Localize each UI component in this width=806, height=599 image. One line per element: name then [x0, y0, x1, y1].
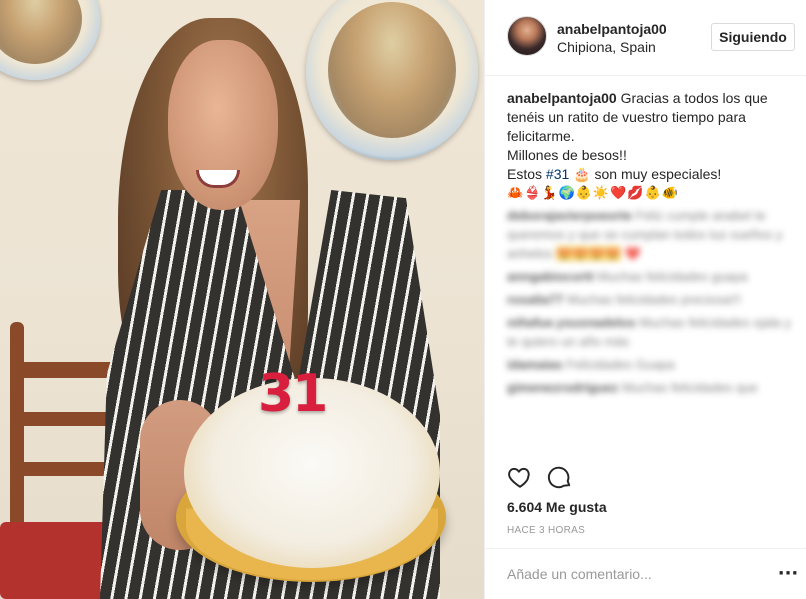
caption-emojis: 🦀👙💃🌍👶☀️❤️💋👶🐠	[507, 186, 679, 201]
following-button[interactable]: Siguiendo	[711, 23, 795, 51]
post-photo[interactable]: 31	[0, 0, 484, 599]
comment-item: deborajavierpoeorte Feliz cumple anabel …	[507, 208, 783, 261]
caption-text-line5-suffix: 🎂 son muy especiales!	[569, 166, 722, 182]
post-caption: anabelpantoja00 Gracias a todos los que …	[507, 89, 777, 203]
speech-bubble-icon[interactable]	[547, 464, 573, 490]
decorative-plate-right	[306, 0, 478, 160]
comment-item: anngabiocortt Muchas felicidades guapa	[507, 269, 748, 284]
post-location[interactable]: Chipiona, Spain	[557, 39, 656, 55]
comment-input[interactable]	[507, 563, 757, 585]
caption-text-line4: Millones de besos!!	[507, 147, 627, 163]
post-timestamp[interactable]: HACE 3 HORAS	[507, 525, 585, 536]
heart-outline-icon[interactable]	[507, 464, 533, 490]
blurred-comments: deborajavierpoeorte Feliz cumple anabel …	[507, 206, 791, 456]
number-candles: 31	[258, 364, 328, 424]
likes-count[interactable]: 6.604 Me gusta	[507, 499, 607, 515]
caption-text-line1: Gracias a todos los que	[620, 90, 768, 106]
caption-text-line2: tenéis un ratito de vuestro tiempo para	[507, 109, 746, 125]
comment-box: ···	[485, 548, 806, 599]
post-header: anabelpantoja00 Chipiona, Spain Siguiend…	[485, 0, 806, 76]
ellipsis-icon[interactable]: ···	[777, 563, 799, 585]
hashtag-link[interactable]: #31	[546, 166, 569, 182]
comment-item: gimenezrodriguez Muchas felicidades que	[507, 380, 758, 395]
caption-text-line3: felicitarme.	[507, 128, 575, 144]
comment-item: rosalia77 Muchas felicidades preciosa!!!	[507, 292, 742, 307]
decorative-plate-left	[0, 0, 100, 80]
comment-item: idamaias Felicidades Guapa	[507, 357, 675, 372]
post-username[interactable]: anabelpantoja00	[557, 21, 667, 37]
caption-username[interactable]: anabelpantoja00	[507, 90, 617, 106]
caption-text-line5-prefix: Estos	[507, 166, 546, 182]
comment-item: niñafue.ysusnadelos Muchas felicidades o…	[507, 315, 791, 349]
post-sidebar: anabelpantoja00 Chipiona, Spain Siguiend…	[484, 0, 806, 599]
avatar[interactable]	[507, 16, 547, 56]
